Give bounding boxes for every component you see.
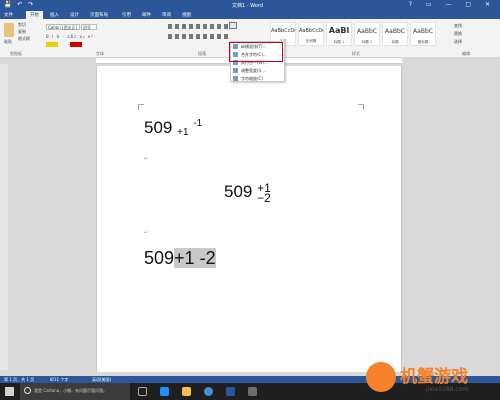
line3-plain: 509 [144,248,175,268]
cortana-search-box[interactable]: 我是 Cortana，小娜。有问题尽管问我。 [20,383,130,400]
file-explorer-icon[interactable] [182,387,191,396]
style-name: 标题 [391,40,399,44]
tab-mailings[interactable]: 邮件 [138,11,155,19]
style-name: 标题 1 [333,40,345,44]
style-name: 副标题 [417,40,429,44]
clipboard-group-label: 剪贴板 [10,51,22,56]
line1-subscript: +1 [177,127,189,138]
crab-logo-icon [366,362,396,392]
site-watermark: 机蟹游戏 jixie5188.com [366,360,500,400]
paragraph-align-icons[interactable] [168,34,228,39]
window-controls[interactable]: ? ▭ — ▢ ✕ [409,1,496,8]
find-button[interactable]: 查找 [454,23,462,29]
windows-start-icon[interactable] [5,387,14,396]
line1-base: 509 [144,118,173,137]
font-color-icons[interactable] [46,42,106,47]
paste-icon[interactable] [4,23,14,37]
fit-text-icon [233,68,238,73]
cut-button[interactable]: 剪切 [18,22,26,28]
style-preview: AaBbCcDd [299,28,323,34]
line2-stack: +1 −2 [257,182,271,205]
doc-line-combined-stack[interactable]: 509 +1 −2 [224,182,271,205]
line2-base: 509 [224,182,253,201]
style-no-spacing[interactable]: AaBbCcDd 无间隔 [298,22,324,46]
document-page[interactable] [96,66,402,372]
style-preview: AaBl [328,26,350,35]
cortana-icon [24,387,31,394]
word-taskbar-icon[interactable] [226,387,235,396]
line2-bottom: −2 [257,190,271,205]
menu-item-character-scaling[interactable]: 字符缩放(C) [233,75,284,83]
paragraph-list-icons[interactable] [168,24,228,29]
highlight-box [229,42,283,62]
watermark-url: jixie5188.com [426,386,469,393]
character-scaling-icon [233,76,238,81]
tab-design[interactable]: 设计 [66,11,83,19]
cortana-placeholder: 我是 Cortana，小娜。有问题尽管问我。 [34,388,108,393]
font-size-box[interactable]: 初号 [81,24,97,30]
title-bar: 💾 ↶ ↷ 文档1 - Word ? ▭ — ▢ ✕ [0,0,500,10]
tab-insert[interactable]: 插入 [46,11,63,19]
paste-button[interactable]: 粘贴 [4,39,12,45]
doc-line-subscript-superscript[interactable]: 509 +1 -1 [144,118,202,138]
text-selection[interactable]: +1 -2 [174,248,216,268]
margin-corner-mark [358,104,364,110]
select-button[interactable]: 选择 [454,39,462,45]
font-group-label: 字体 [96,51,104,56]
paragraph-mark: ↵ [144,230,149,236]
styles-group-label: 样式 [352,51,360,56]
tab-file[interactable]: 文件 [0,11,20,19]
paragraph-group-label: 段落 [198,51,206,56]
style-name: 无间隔 [305,39,317,43]
ribbon-tabs: 文件 开始 插入 设计 页面布局 引用 邮件 审阅 视图 [0,10,500,19]
style-preview: AaBbC [413,28,433,35]
browser-icon[interactable] [204,387,213,396]
copy-button[interactable]: 复制 [18,29,26,35]
font-name-box[interactable]: Calibri (西文正) [46,24,80,30]
doc-line-selected[interactable]: 509+1 -2 [144,248,216,269]
line1-superscript: -1 [193,118,203,129]
margin-corner-mark [138,104,144,110]
tab-references[interactable]: 引用 [118,11,135,19]
vertical-ruler [0,64,8,370]
style-heading-1[interactable]: AaBl 标题 1 [326,22,352,46]
style-title[interactable]: AaBbC 标题 [382,22,408,46]
tab-home[interactable]: 开始 [26,11,43,19]
style-preview: AaBbCcDd [271,28,295,34]
watermark-brand: 机蟹游戏 [400,367,468,387]
edge-browser-icon[interactable] [160,387,169,396]
window-title: 文档1 - Word [232,3,264,9]
tab-view[interactable]: 视图 [178,11,195,19]
menu-item-label: 字符缩放(C) [241,76,263,81]
style-preview: AaBbC [385,28,405,35]
tab-review[interactable]: 审阅 [158,11,175,19]
task-view-icon[interactable] [138,387,147,396]
style-name: 标题 2 [361,40,373,44]
editing-group-label: 编辑 [462,51,470,56]
quick-access-toolbar[interactable]: 💾 ↶ ↷ [4,1,35,8]
menu-item-fit-text[interactable]: 调整宽度(I)... [233,67,284,75]
style-preview: AaBbC [357,28,377,35]
chinese-layout-icon[interactable] [229,22,237,29]
style-subtitle[interactable]: AaBbC 副标题 [410,22,436,46]
style-heading-2[interactable]: AaBbC 标题 2 [354,22,380,46]
paragraph-mark: ↵ [144,156,149,162]
replace-button[interactable]: 替换 [454,31,462,37]
menu-item-label: 调整宽度(I)... [241,68,266,73]
app-taskbar-icon[interactable] [248,387,257,396]
tab-layout[interactable]: 页面布局 [86,11,112,19]
format-painter-button[interactable]: 格式刷 [18,36,30,42]
font-format-buttons[interactable]: B I U · abc x₂ x² [46,34,94,39]
